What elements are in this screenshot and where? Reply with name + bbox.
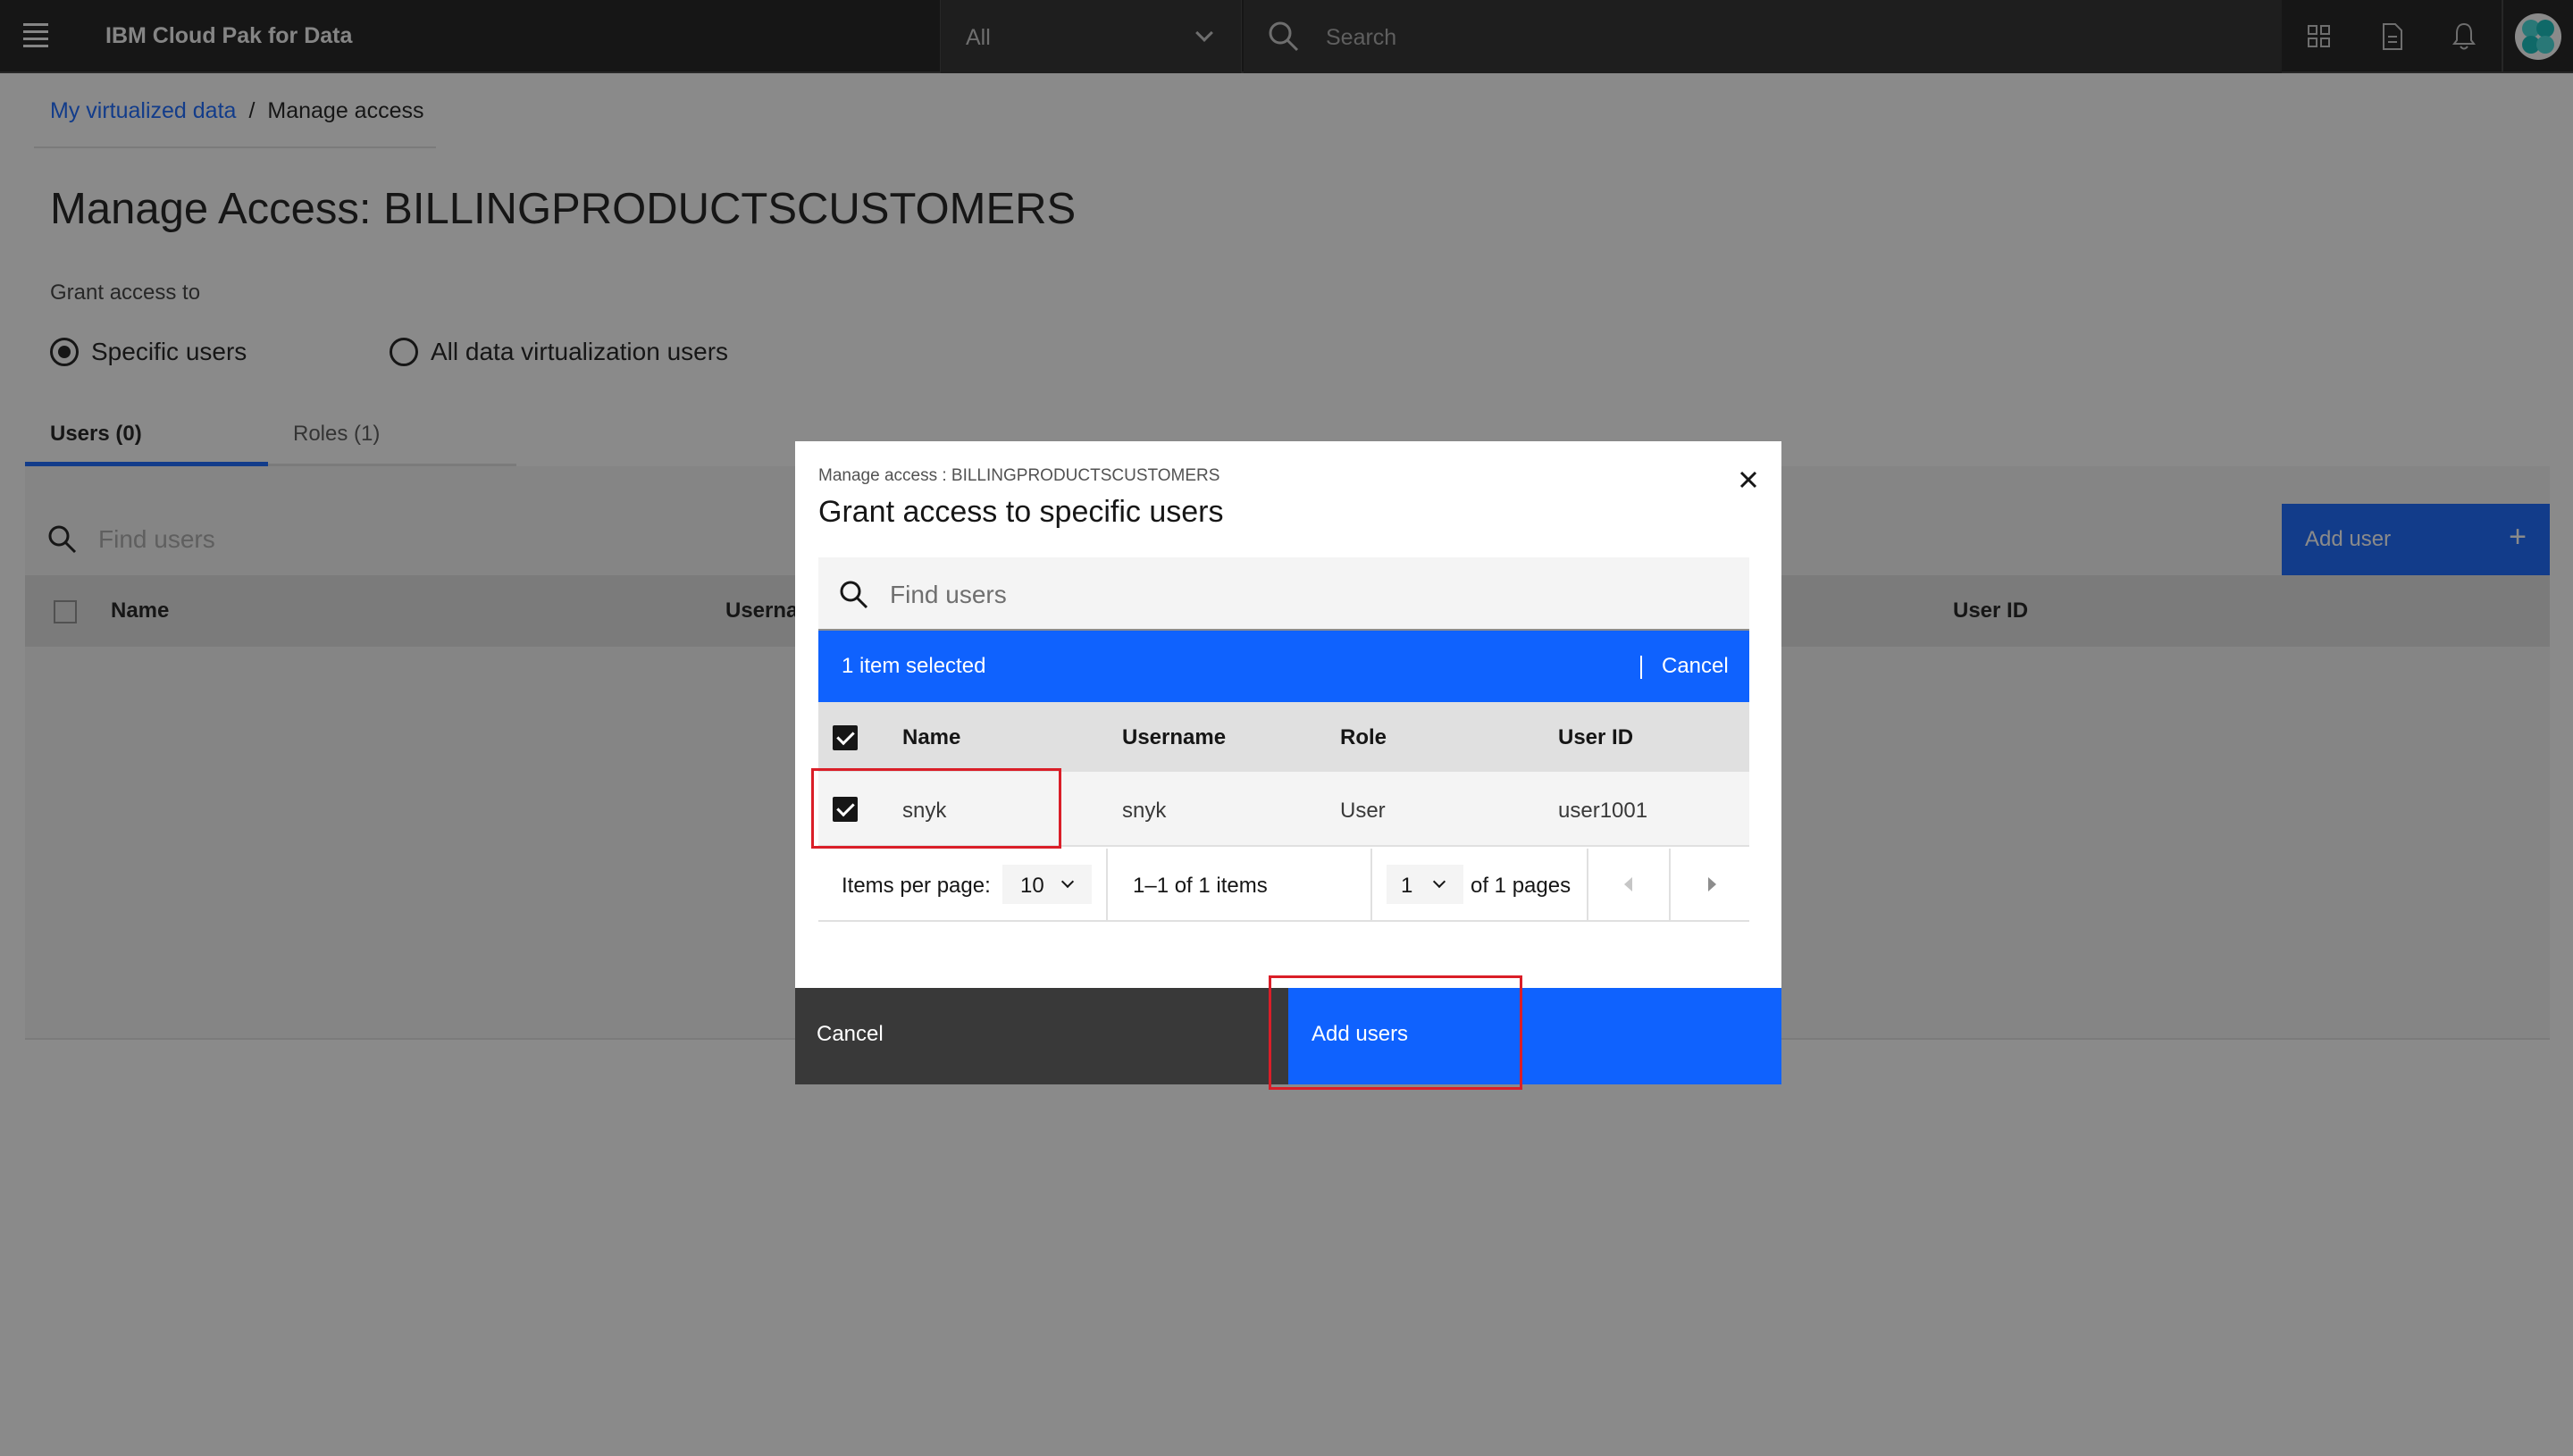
caret-right-icon	[1708, 877, 1716, 891]
select-all-checkbox[interactable]	[833, 725, 858, 750]
close-icon[interactable]	[1733, 464, 1764, 495]
column-header-user-id[interactable]: User ID	[1558, 725, 1633, 750]
pagination: Items per page: 10 1–1 of 1 items 1 of 1…	[818, 849, 1749, 922]
pager-divider	[1106, 849, 1108, 922]
column-header-name[interactable]: Name	[902, 725, 960, 750]
page-value: 1	[1401, 874, 1413, 898]
page-total: of 1 pages	[1471, 874, 1571, 898]
items-per-page-value: 10	[1020, 874, 1044, 898]
modal-table-header: Name Username Role User ID	[818, 702, 1749, 772]
cancel-button[interactable]: Cancel	[795, 988, 1288, 1084]
selected-count: 1 item selected	[842, 654, 986, 678]
modal-overlay-header	[0, 0, 2573, 73]
column-header-username[interactable]: Username	[1122, 725, 1226, 750]
items-per-page-select[interactable]: 10	[1002, 865, 1092, 904]
batch-action-bar: 1 item selected Cancel	[818, 631, 1749, 702]
modal-find-users-placeholder: Find users	[890, 581, 1007, 608]
modal-label: Manage access : BILLINGPRODUCTSCUSTOMERS	[818, 466, 1220, 485]
batch-divider	[1640, 656, 1642, 679]
cell-username: snyk	[1122, 799, 1167, 823]
highlight-box-row	[811, 768, 1061, 849]
chevron-down-icon	[1432, 874, 1446, 889]
pager-divider	[1370, 849, 1372, 922]
column-header-role[interactable]: Role	[1340, 725, 1387, 750]
cell-role: User	[1340, 799, 1386, 823]
modal-find-users-input[interactable]: Find users	[818, 557, 1749, 631]
page-select[interactable]: 1	[1387, 865, 1463, 904]
modal-heading: Grant access to specific users	[818, 495, 1224, 529]
next-page-button[interactable]	[1671, 849, 1751, 922]
caret-left-icon	[1624, 877, 1632, 891]
cell-user-id: user1001	[1558, 799, 1648, 823]
previous-page-button[interactable]	[1588, 849, 1669, 922]
items-per-page-label: Items per page:	[842, 874, 991, 898]
search-icon	[840, 581, 868, 609]
chevron-down-icon	[1060, 874, 1075, 889]
highlight-box-add-users	[1269, 975, 1522, 1090]
item-range: 1–1 of 1 items	[1133, 874, 1268, 898]
batch-cancel-button[interactable]: Cancel	[1662, 654, 1729, 679]
